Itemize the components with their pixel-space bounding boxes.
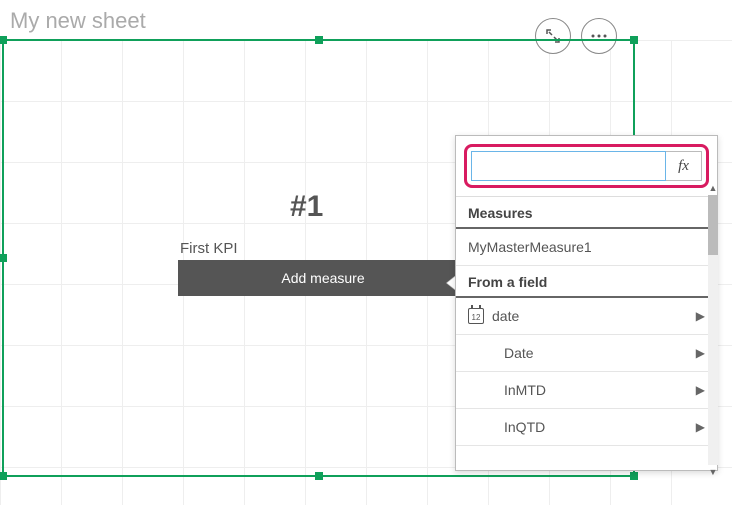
field-item-label: InQTD xyxy=(504,419,696,435)
more-icon xyxy=(591,34,607,38)
expression-editor-button[interactable]: fx xyxy=(666,151,702,181)
sheet-title[interactable]: My new sheet xyxy=(10,8,146,34)
field-item-inmtd[interactable]: InMTD ▶ xyxy=(456,372,717,409)
field-item-date[interactable]: 12 date ▶ xyxy=(456,298,717,335)
kpi-value: #1 xyxy=(290,190,323,224)
field-item-date-sub[interactable]: Date ▶ xyxy=(456,335,717,372)
scrollbar-thumb[interactable] xyxy=(708,195,718,255)
from-field-section-header: From a field xyxy=(456,266,717,298)
chevron-right-icon: ▶ xyxy=(696,420,705,434)
field-item-label: date xyxy=(492,308,696,324)
measure-item-label: MyMasterMeasure1 xyxy=(468,239,705,255)
resize-handle-s[interactable] xyxy=(315,472,323,480)
chevron-right-icon: ▶ xyxy=(696,346,705,360)
measures-section-header: Measures xyxy=(456,197,717,229)
measure-picker-list[interactable]: Measures MyMasterMeasure1 From a field 1… xyxy=(456,196,717,470)
search-row-highlight: fx xyxy=(464,144,709,188)
calendar-icon: 12 xyxy=(468,308,484,324)
scrollbar-up-arrow[interactable]: ▲ xyxy=(708,183,718,193)
chevron-right-icon: ▶ xyxy=(696,309,705,323)
resize-handle-se[interactable] xyxy=(630,472,638,480)
search-input[interactable] xyxy=(471,151,666,181)
field-item-label: Date xyxy=(504,345,696,361)
resize-handle-w[interactable] xyxy=(0,254,7,262)
kpi-title[interactable]: First KPI xyxy=(180,240,238,257)
resize-handle-sw[interactable] xyxy=(0,472,7,480)
add-measure-button[interactable]: Add measure xyxy=(178,260,468,296)
resize-handle-n[interactable] xyxy=(315,36,323,44)
measure-picker-panel: fx Measures MyMasterMeasure1 From a fiel… xyxy=(455,135,718,471)
field-item-inqtd[interactable]: InQTD ▶ xyxy=(456,409,717,446)
scrollbar-down-arrow[interactable]: ▼ xyxy=(708,467,718,477)
resize-handle-ne[interactable] xyxy=(630,36,638,44)
field-item-label: InMTD xyxy=(504,382,696,398)
resize-handle-nw[interactable] xyxy=(0,36,7,44)
panel-scrollbar[interactable]: ▲ ▼ xyxy=(708,195,718,465)
measure-item[interactable]: MyMasterMeasure1 xyxy=(456,229,717,266)
chevron-right-icon: ▶ xyxy=(696,383,705,397)
